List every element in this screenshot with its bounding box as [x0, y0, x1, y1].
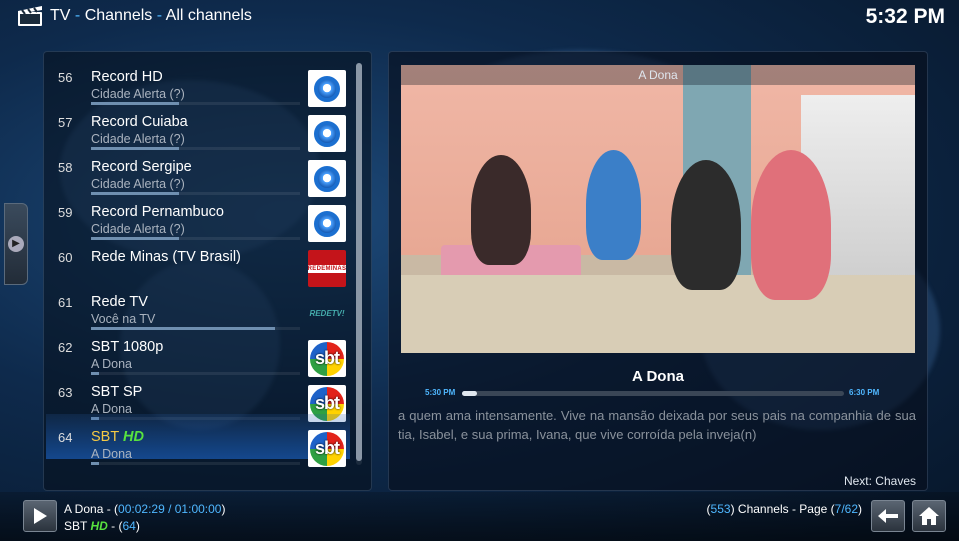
channel-program: A Dona	[91, 447, 133, 461]
now-playing-title: A Dona	[64, 502, 104, 516]
play-icon	[34, 508, 47, 524]
channel-number: 60	[58, 250, 73, 265]
channel-row[interactable]: 64 SBT HD A Dona sbt	[46, 414, 350, 467]
channel-count: (553) Channels - Page (7/62)	[706, 502, 862, 516]
channel-name: SBT SP	[91, 384, 143, 400]
home-button[interactable]	[912, 500, 946, 532]
breadcrumb-separator: -	[156, 7, 163, 24]
clock: 5:32 PM	[865, 5, 945, 28]
video-title: A Dona	[401, 65, 915, 85]
channel-row[interactable]: 61 Rede TV Você na TV REDETV!	[46, 279, 350, 330]
now-playing-channel-name: SBT	[64, 519, 91, 533]
play-button[interactable]	[23, 500, 57, 532]
channel-name: Rede TV	[91, 294, 148, 310]
back-button[interactable]	[871, 500, 905, 532]
program-end-time: 6:30 PM	[849, 388, 880, 397]
channel-number: 59	[58, 205, 73, 220]
channel-row[interactable]: 63 SBT SP A Dona sbt	[46, 369, 350, 422]
channel-name: Rede Minas (TV Brasil)	[91, 249, 241, 265]
side-menu-tab[interactable]: ▶	[4, 203, 28, 285]
breadcrumb-channels: Channels	[84, 7, 153, 24]
hd-tag: HD	[90, 519, 108, 533]
breadcrumb-separator: -	[74, 7, 81, 24]
channel-row[interactable]: 59 Record Pernambuco Cidade Alerta (?)	[46, 189, 350, 242]
video-preview[interactable]	[401, 65, 915, 353]
channel-number: 61	[58, 295, 73, 310]
sbt-logo: sbt	[308, 430, 346, 467]
now-playing-channel-number: 64	[122, 519, 136, 533]
chevron-right-icon: ▶	[8, 236, 24, 252]
breadcrumb-section: TV	[50, 7, 71, 24]
channel-row[interactable]: 57 Record Cuiaba Cidade Alerta (?)	[46, 99, 350, 152]
program-start-time: 5:30 PM	[425, 388, 456, 397]
breadcrumb: TV - Channels - All channels	[50, 7, 252, 25]
page-indicator: 7/62	[834, 502, 858, 516]
channel-total: 553	[710, 502, 731, 516]
channel-number: 58	[58, 160, 73, 175]
channel-row[interactable]: 58 Record Sergipe Cidade Alerta (?)	[46, 144, 350, 197]
channel-list-scrollbar[interactable]	[356, 63, 362, 465]
channel-row[interactable]: 56 Record HD Cidade Alerta (?)	[46, 54, 350, 107]
now-playing-time: 00:02:29 / 01:00:00	[118, 502, 222, 516]
footer-bar	[0, 492, 959, 541]
channel-name: Record Pernambuco	[91, 204, 224, 220]
channel-name: Record Cuiaba	[91, 114, 188, 130]
channel-progress-bar	[91, 462, 300, 465]
tv-icon	[18, 6, 42, 26]
channel-number: 57	[58, 115, 73, 130]
channel-row[interactable]: 60 Rede Minas (TV Brasil) REDEMINAS	[46, 234, 350, 287]
breadcrumb-all-channels: All channels	[165, 7, 252, 24]
next-program: Next: Chaves	[843, 474, 916, 488]
scrollbar-thumb[interactable]	[356, 63, 362, 461]
channel-number: 64	[58, 430, 73, 445]
now-playing-line: A Dona - (00:02:29 / 01:00:00)	[64, 502, 226, 516]
program-plot: a quem ama intensamente. Vive na mansão …	[398, 408, 916, 442]
hd-tag: HD	[122, 429, 144, 445]
channel-row[interactable]: 62 SBT 1080p A Dona sbt	[46, 324, 350, 377]
channel-name: SBT 1080p	[91, 339, 164, 355]
program-progress-bar	[462, 391, 844, 396]
program-title: A Dona	[632, 368, 684, 385]
channel-name: Record HD	[91, 69, 163, 85]
home-icon	[919, 507, 939, 525]
program-progress-fill	[462, 391, 478, 396]
channel-number: 62	[58, 340, 73, 355]
channel-name: SBT HD	[91, 429, 144, 445]
now-playing-channel: SBT HD - (64)	[64, 519, 140, 533]
back-arrow-icon	[878, 509, 898, 523]
channel-name: Record Sergipe	[91, 159, 192, 175]
header-bar: TV - Channels - All channels 5:32 PM	[0, 0, 959, 34]
channel-number: 63	[58, 385, 73, 400]
channel-number: 56	[58, 70, 73, 85]
